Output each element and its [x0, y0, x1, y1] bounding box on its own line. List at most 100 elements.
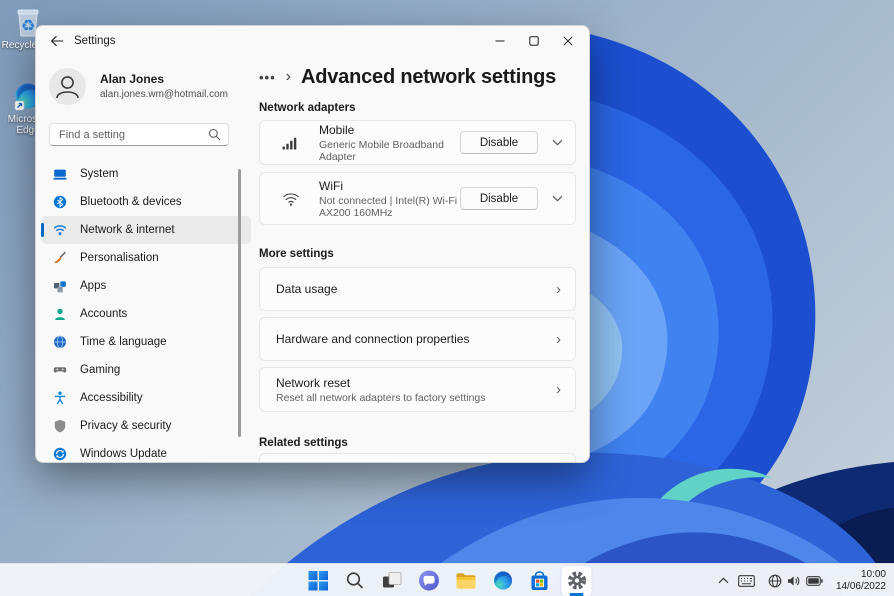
sidebar-item-label: Network & internet	[80, 224, 175, 236]
volume-icon	[787, 575, 801, 587]
sidebar-item-accounts[interactable]: Accounts	[41, 300, 251, 328]
update-icon	[52, 447, 67, 462]
chevron-down-icon[interactable]	[552, 139, 563, 146]
breadcrumb: ••• › Advanced network settings	[259, 64, 589, 90]
minimize-button[interactable]	[483, 26, 517, 55]
main-content: ••• › Advanced network settings Network …	[259, 56, 589, 462]
breadcrumb-overflow-button[interactable]: •••	[259, 70, 276, 85]
avatar[interactable]	[49, 68, 86, 105]
sidebar-item-label: Windows Update	[80, 448, 167, 460]
start-button[interactable]	[303, 566, 333, 596]
section-heading-network-adapters: Network adapters	[259, 102, 356, 114]
row-title: Network reset	[276, 375, 351, 390]
chat-icon	[418, 570, 439, 591]
sidebar-item-apps[interactable]: Apps	[41, 272, 251, 300]
chevron-down-icon[interactable]	[552, 195, 563, 202]
file-explorer-button[interactable]	[451, 566, 481, 596]
cellular-signal-icon	[279, 135, 303, 151]
chevron-right-icon: ›	[556, 330, 561, 348]
section-heading-more-settings: More settings	[259, 248, 334, 260]
chevron-right-icon: ›	[285, 68, 291, 85]
desktop: ♻ Recycle Bin Microsoft Edge Settings Al…	[0, 0, 894, 596]
related-settings-card-partial[interactable]	[259, 453, 576, 462]
tray-date: 14/06/2022	[835, 580, 886, 592]
person-icon	[56, 76, 79, 99]
sidebar-item-label: Personalisation	[80, 252, 159, 264]
scrollbar[interactable]	[238, 169, 241, 437]
sidebar-item-label: Privacy & security	[80, 420, 172, 432]
close-icon	[563, 35, 573, 46]
page-title: Advanced network settings	[300, 65, 557, 88]
gear-icon	[567, 571, 586, 590]
adapter-name: WiFi	[319, 178, 343, 193]
windows-start-icon	[308, 571, 328, 591]
search-button[interactable]	[340, 566, 370, 596]
system-icon	[52, 167, 67, 182]
data-usage-row[interactable]: Data usage ›	[259, 267, 576, 311]
maximize-icon	[529, 35, 539, 46]
brush-icon	[52, 251, 67, 266]
battery-icon	[806, 575, 823, 586]
network-globe-icon	[768, 574, 782, 588]
edge-button[interactable]	[488, 566, 518, 596]
sidebar-item-system[interactable]: System	[41, 160, 251, 188]
chat-button[interactable]	[414, 566, 444, 596]
search-box[interactable]	[49, 123, 229, 146]
sidebar-item-privacy-security[interactable]: Privacy & security	[41, 412, 251, 440]
sidebar-item-label: System	[80, 168, 119, 180]
close-button[interactable]	[551, 26, 585, 55]
search-icon	[208, 128, 221, 141]
search-input[interactable]	[50, 124, 202, 145]
profile-name: Alan Jones	[100, 72, 165, 86]
task-view-button[interactable]	[377, 566, 407, 596]
sidebar-item-label: Bluetooth & devices	[80, 196, 182, 208]
back-arrow-icon	[51, 35, 63, 47]
tray-chevron-up-icon[interactable]	[718, 577, 729, 584]
sidebar-item-network-internet[interactable]: Network & internet	[41, 216, 251, 244]
row-description: Reset all network adapters to factory se…	[276, 391, 486, 404]
window-title: Settings	[74, 35, 116, 47]
maximize-button[interactable]	[517, 26, 551, 55]
shield-icon	[52, 419, 67, 434]
adapter-name: Mobile	[319, 122, 355, 137]
sidebar-item-accessibility[interactable]: Accessibility	[41, 384, 251, 412]
sidebar-item-bluetooth-devices[interactable]: Bluetooth & devices	[41, 188, 251, 216]
bluetooth-icon	[52, 195, 67, 210]
minimize-icon	[495, 40, 505, 41]
sidebar-item-gaming[interactable]: Gaming	[41, 356, 251, 384]
sidebar-item-label: Time & language	[80, 336, 167, 348]
chevron-right-icon: ›	[556, 381, 561, 398]
settings-window: Settings Alan Jones alan.jones.wm@hotmai…	[35, 25, 590, 463]
touch-keyboard-icon[interactable]	[738, 574, 755, 587]
sidebar-item-label: Accessibility	[80, 392, 143, 404]
sidebar-item-label: Apps	[80, 280, 107, 292]
row-title: Data usage	[276, 282, 338, 296]
sidebar-item-windows-update[interactable]: Windows Update	[41, 440, 251, 462]
profile-email: alan.jones.wm@hotmail.com	[100, 89, 228, 100]
globe-clock-icon	[52, 335, 67, 350]
sidebar-item-label: Gaming	[80, 364, 121, 376]
search-icon	[346, 572, 363, 589]
disable-wifi-button[interactable]: Disable	[460, 187, 538, 210]
disable-mobile-button[interactable]: Disable	[460, 131, 538, 154]
svg-text:♻: ♻	[21, 18, 35, 35]
sidebar-nav: System Bluetooth & devices Network & int…	[41, 160, 251, 462]
settings-taskbar-button[interactable]	[561, 565, 592, 596]
taskbar: 10:00 14/06/2022	[0, 563, 894, 596]
sidebar-item-personalisation[interactable]: Personalisation	[41, 244, 251, 272]
adapter-description: Generic Mobile Broadband Adapter	[319, 138, 444, 163]
adapter-row-mobile: Mobile Generic Mobile Broadband Adapter …	[259, 120, 576, 165]
back-button[interactable]	[46, 31, 68, 51]
sidebar-item-time-language[interactable]: Time & language	[41, 328, 251, 356]
tray-status-group[interactable]	[764, 571, 827, 591]
adapter-row-wifi: WiFi Not connected | Intel(R) Wi-Fi 6 AX…	[259, 172, 576, 225]
clock[interactable]: 10:00 14/06/2022	[836, 569, 886, 593]
accounts-icon	[52, 307, 67, 322]
store-button[interactable]	[525, 566, 555, 596]
wifi-icon	[52, 223, 67, 238]
active-indicator	[41, 223, 44, 237]
titlebar[interactable]: Settings	[36, 26, 589, 56]
hardware-connection-properties-row[interactable]: Hardware and connection properties ›	[259, 317, 576, 361]
active-app-indicator	[569, 593, 584, 596]
network-reset-row[interactable]: Network reset Reset all network adapters…	[259, 367, 576, 412]
